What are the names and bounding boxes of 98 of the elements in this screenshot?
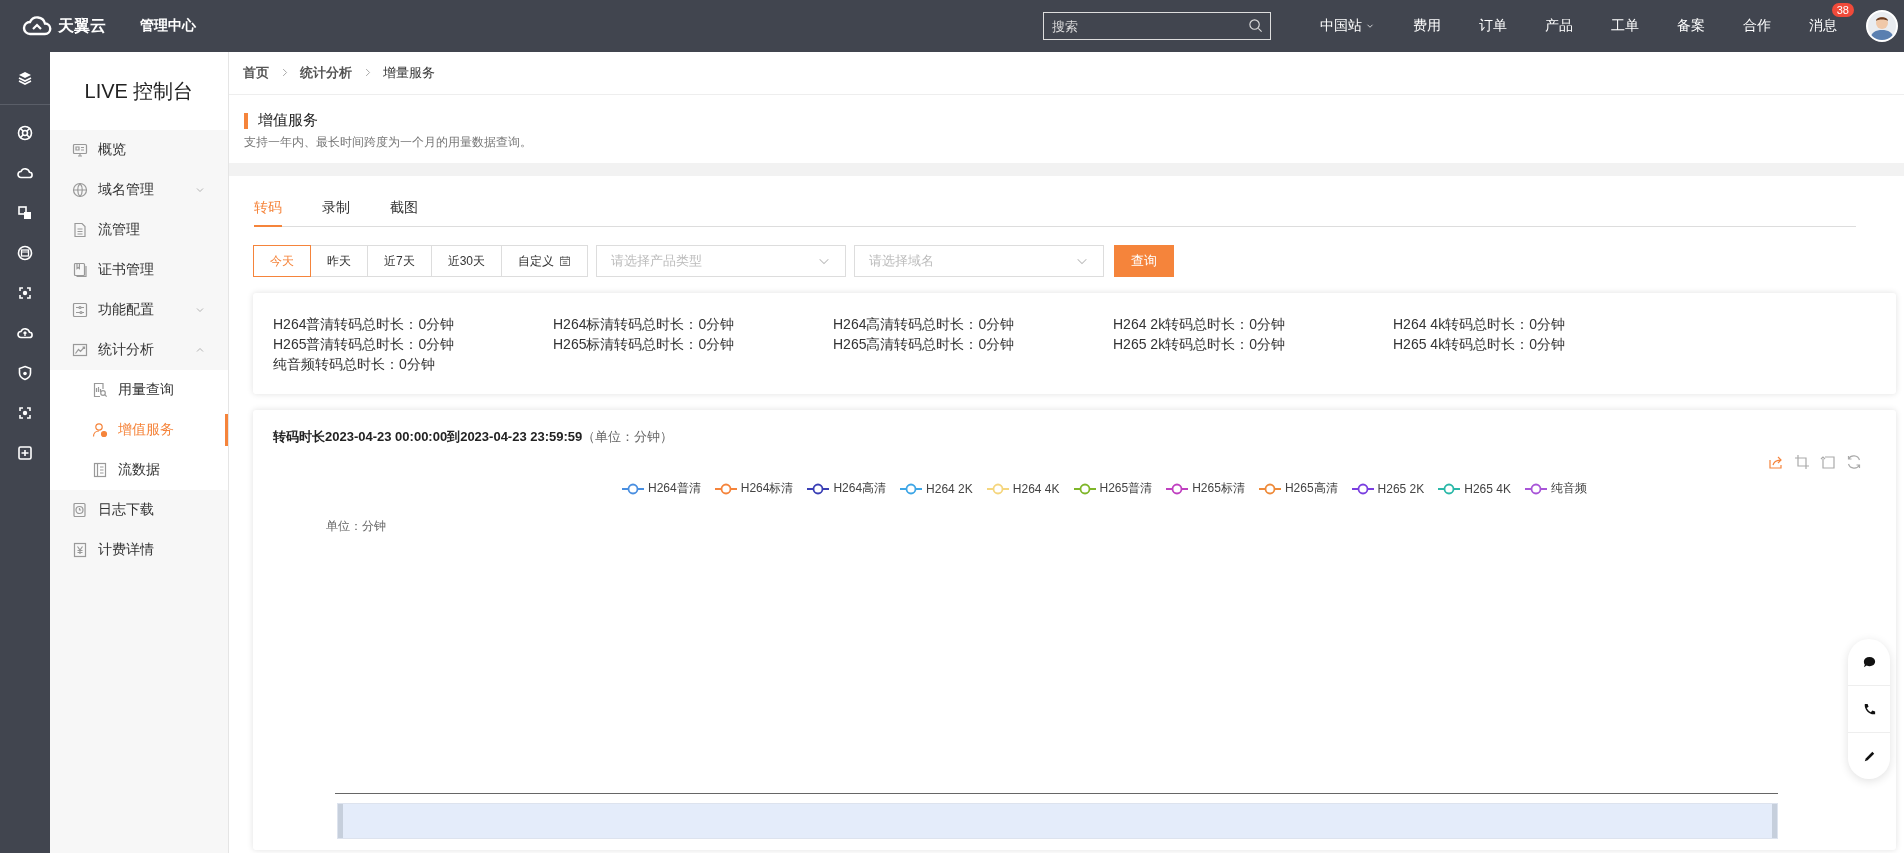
stat-text: 纯音频转码总时长：0分钟 (273, 355, 436, 374)
calendar-icon (559, 255, 572, 267)
breadcrumb-link[interactable]: 统计分析 (300, 64, 352, 82)
sidebar-item[interactable]: 计费详情 (50, 530, 228, 570)
report-search-icon (92, 382, 108, 398)
legend-marker-icon[interactable] (1073, 482, 1096, 495)
browser-icon[interactable] (17, 245, 33, 261)
date-range-button[interactable]: 昨天 (310, 245, 368, 277)
legend-marker-icon[interactable] (1438, 482, 1461, 495)
legend-marker-icon[interactable] (807, 482, 830, 495)
legend-marker-icon[interactable] (900, 482, 923, 495)
brand-name[interactable]: 天翼云 (58, 15, 106, 37)
sidebar-item[interactable]: 用量查询 (50, 370, 228, 410)
legend-label[interactable]: H265 4K (1464, 481, 1511, 496)
sidebar-item[interactable]: 功能配置 (50, 290, 228, 330)
globe-icon (72, 182, 88, 198)
stat-text: H265 4k转码总时长：0分钟 (1393, 335, 1566, 354)
accent-bar (244, 112, 248, 129)
axis-unit: 单位：分钟 (326, 518, 387, 535)
sidebar-item[interactable]: 流管理 (50, 210, 228, 250)
certificate-icon (72, 262, 88, 278)
tab[interactable]: 截图 (390, 190, 418, 227)
focus-icon[interactable] (17, 285, 33, 301)
crop-icon (1794, 454, 1810, 470)
legend-label[interactable]: H264普清 (648, 480, 701, 497)
nav-link[interactable]: 中国站 (1301, 17, 1394, 35)
legend-label[interactable]: H264标清 (740, 480, 794, 497)
undo-icon (1820, 454, 1836, 470)
sliders-icon (72, 302, 88, 318)
date-range-button[interactable]: 自定义 (501, 245, 589, 277)
legend-label[interactable]: 纯音频 (1550, 480, 1587, 497)
page-title: 增值服务 (258, 111, 318, 130)
ring-icon[interactable] (17, 125, 33, 141)
yen-icon (72, 542, 88, 558)
document-icon (72, 222, 88, 238)
sidebar-item[interactable]: 统计分析 (50, 330, 228, 370)
chat-icon (1861, 654, 1877, 670)
sidebar-item[interactable]: 概览 (50, 130, 228, 170)
legend-label[interactable]: H264 2K (926, 481, 973, 496)
legend-marker-icon[interactable] (1166, 482, 1189, 495)
tab[interactable]: 录制 (322, 190, 350, 227)
sidebar-title: LIVE 控制台 (50, 52, 228, 130)
nav-link[interactable]: 消息 (1790, 17, 1856, 35)
clock-icon (72, 502, 88, 518)
legend-marker-icon[interactable] (1524, 482, 1547, 495)
date-range-button[interactable]: 近30天 (430, 245, 503, 277)
stat-text: H265高清转码总时长：0分钟 (833, 335, 1016, 354)
nav-link[interactable]: 合作 (1724, 17, 1790, 35)
nav-link[interactable]: 订单 (1460, 17, 1526, 35)
sidebar-item[interactable]: 日志下载 (50, 490, 228, 530)
stat-text: H264 4k转码总时长：0分钟 (1393, 315, 1566, 334)
legend-label[interactable]: H265高清 (1284, 480, 1338, 497)
breadcrumb-link[interactable]: 首页 (243, 64, 269, 82)
nav-link[interactable]: 产品 (1526, 17, 1592, 35)
refresh-icon (1846, 454, 1862, 470)
console-title[interactable]: 管理中心 (140, 17, 196, 35)
cloud-icon[interactable] (17, 165, 33, 181)
cloud-logo-icon (22, 15, 52, 37)
share-icon (1768, 454, 1784, 470)
stat-text: H264高清转码总时长：0分钟 (833, 315, 1016, 334)
stat-text: H264 2k转码总时长：0分钟 (1113, 315, 1286, 334)
stat-text: H264标清转码总时长：0分钟 (553, 315, 736, 334)
legend-label[interactable]: H265普清 (1099, 480, 1153, 497)
notification-badge: 38 (1831, 3, 1854, 17)
sidebar-item[interactable]: 流数据 (50, 450, 228, 490)
legend-marker-icon[interactable] (714, 482, 737, 495)
legend-marker-icon[interactable] (1258, 482, 1281, 495)
avatar[interactable] (1866, 10, 1898, 42)
legend-label[interactable]: H264高清 (833, 480, 887, 497)
legend-label[interactable]: H265 2K (1377, 481, 1425, 496)
chart-icon (72, 342, 88, 358)
sidebar-item[interactable]: 域名管理 (50, 170, 228, 210)
stat-text: H264普清转码总时长：0分钟 (273, 315, 456, 334)
page-description: 支持一年内、最长时间跨度为一个月的用量数据查询。 (244, 134, 533, 151)
search-field[interactable]: 搜索 (1043, 12, 1271, 40)
legend-label[interactable]: H264 4K (1012, 481, 1060, 496)
legend-marker-icon[interactable] (622, 482, 645, 495)
search-icon (1248, 18, 1263, 33)
stat-text: H265普清转码总时长：0分钟 (273, 335, 456, 354)
list-icon (92, 462, 108, 478)
legend-marker-icon[interactable] (986, 482, 1009, 495)
user-icon (92, 422, 108, 438)
cloud-upload-icon[interactable] (17, 325, 33, 341)
monitor-icon (72, 142, 88, 158)
stat-text: H265标清转码总时长：0分钟 (553, 335, 736, 354)
shield-icon[interactable] (17, 365, 33, 381)
focus-icon[interactable] (17, 405, 33, 421)
nav-link[interactable]: 备案 (1658, 17, 1724, 35)
nav-link[interactable]: 工单 (1592, 17, 1658, 35)
stat-text: H265 2k转码总时长：0分钟 (1113, 335, 1286, 354)
zoom-slider[interactable] (338, 804, 1777, 838)
date-range-button[interactable]: 近7天 (367, 245, 432, 277)
nav-link[interactable]: 费用 (1394, 17, 1460, 35)
layers-icon[interactable] (17, 70, 33, 86)
chart-title: 转码时长2023-04-23 00:00:00到2023-04-23 23:59:59（单位：分钟） (273, 428, 675, 446)
legend-label[interactable]: H265标清 (1192, 480, 1245, 497)
legend-marker-icon[interactable] (1351, 482, 1374, 495)
sidebar-item[interactable]: 证书管理 (50, 250, 228, 290)
